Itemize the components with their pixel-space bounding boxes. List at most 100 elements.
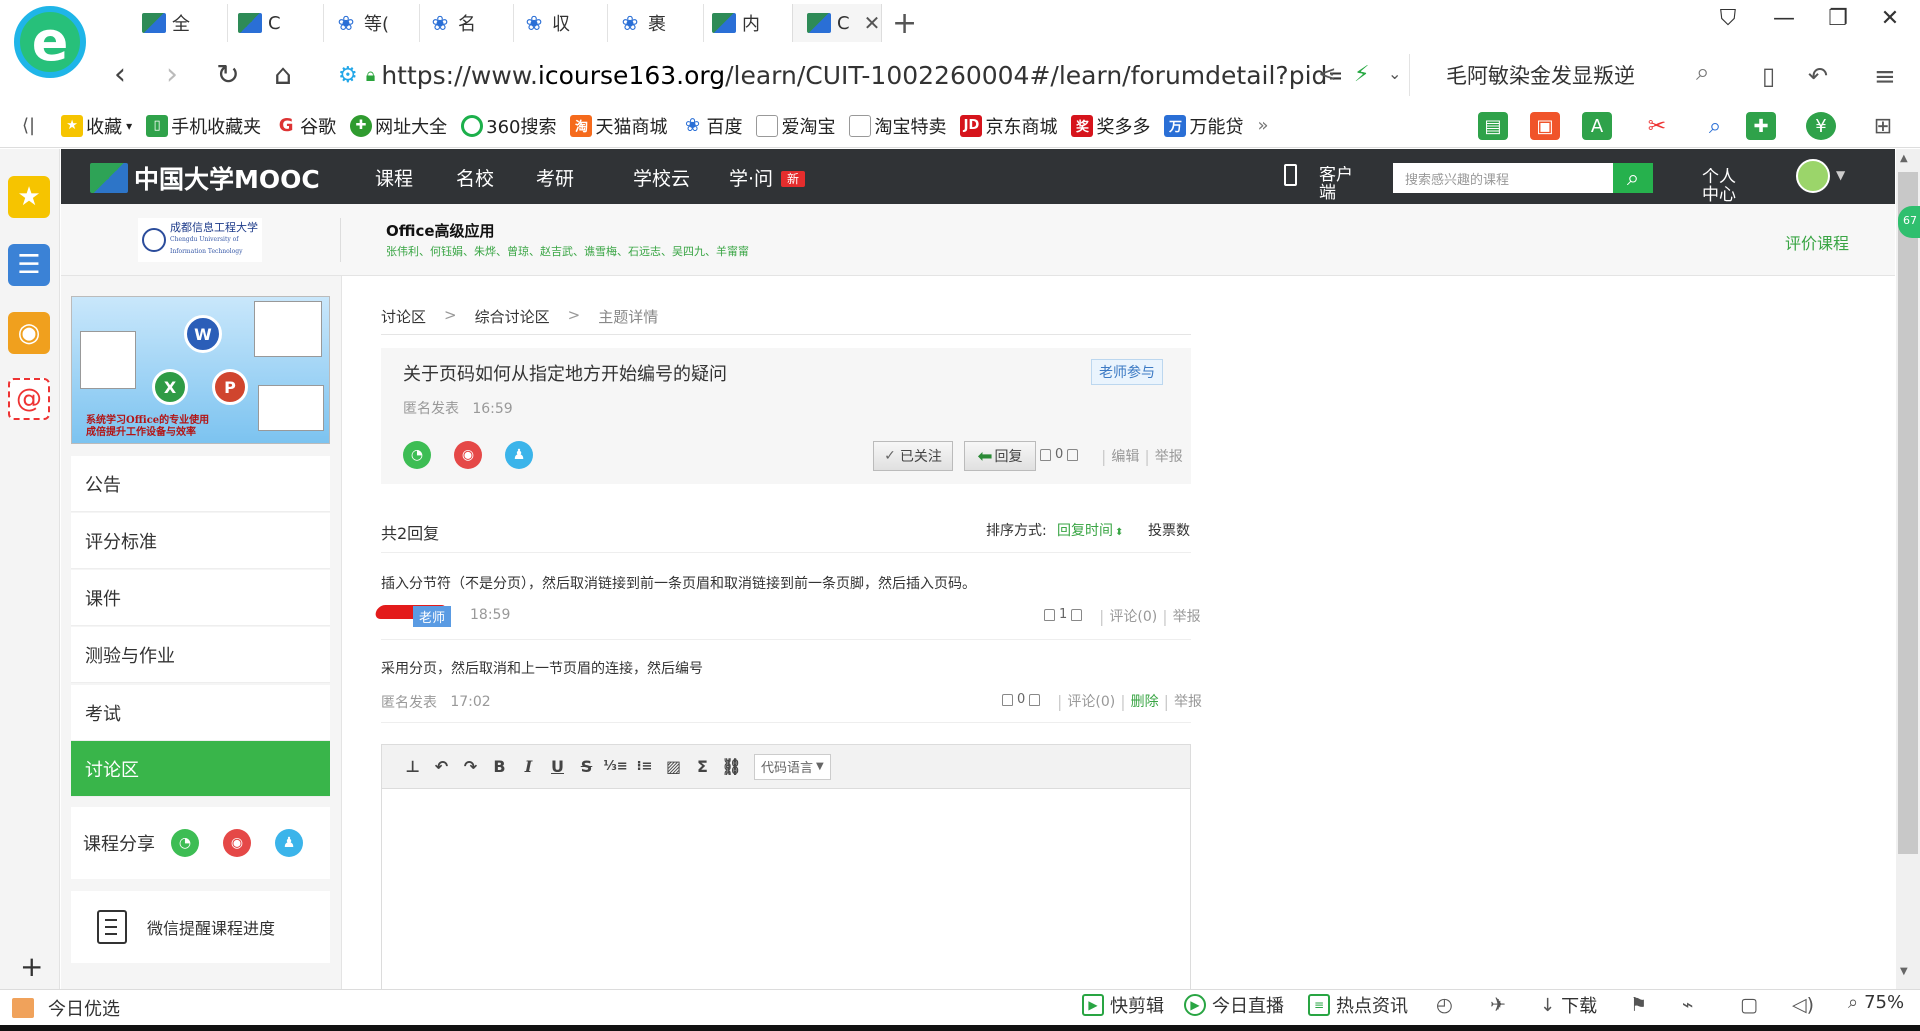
thumbs-down-icon[interactable] [1029, 693, 1041, 706]
strikethrough-icon[interactable]: S [572, 757, 601, 776]
address-bar[interactable]: ⚙ 🔒︎ https://www.icourse163.org/learn/CU… [330, 54, 1410, 96]
unordered-list-icon[interactable]: ⁝≡ [630, 759, 659, 774]
nav-schools[interactable]: 名校 [456, 164, 494, 191]
wechat-icon[interactable]: ◔ [403, 441, 431, 469]
nav-courses[interactable]: 课程 [375, 164, 413, 191]
edit-link[interactable]: 编辑 [1111, 446, 1139, 466]
news-icon[interactable]: ☰ [8, 244, 50, 286]
formula-icon[interactable]: Σ [688, 757, 717, 776]
client-download[interactable]: 客户端 [1284, 164, 1353, 202]
bookmark-tmall[interactable]: 淘天猫商城 [570, 113, 667, 139]
new-tab-icon[interactable]: + [892, 6, 917, 41]
wechat-reminder[interactable]: 微信提醒课程进度 [71, 891, 330, 963]
ordered-list-icon[interactable]: ⅓≡ [601, 759, 630, 774]
bookmark-jiangduoduo[interactable]: 奖奖多多 [1071, 113, 1150, 139]
wechat-icon[interactable]: ◔ [171, 829, 199, 857]
menu-announcements[interactable]: 公告 [71, 456, 330, 512]
reply-button[interactable]: ⬅ 回复 [964, 441, 1036, 471]
follow-button[interactable]: ✓ 已关注 [873, 441, 953, 471]
format-painter-icon[interactable]: ⊥ [398, 757, 427, 776]
search-icon[interactable]: ⌕ [1696, 58, 1709, 86]
mail-icon[interactable]: @ [8, 378, 50, 420]
code-language-select[interactable]: 代码语言 ▼ [754, 753, 831, 780]
browser-tab-3[interactable]: ❀ 等( [320, 4, 420, 42]
minimize-icon[interactable]: — [1764, 6, 1804, 31]
mooc-logo[interactable]: 中国大学MOOC [90, 160, 320, 196]
close-window-icon[interactable]: ✕ [1870, 6, 1910, 31]
report-link[interactable]: 举报 [1174, 691, 1202, 711]
browser-tab-active[interactable]: C ✕ [792, 4, 882, 42]
scroll-up-icon[interactable]: ▲ [1900, 153, 1908, 164]
bookmark-favorites[interactable]: ★ 收藏 ▾ [61, 113, 132, 139]
bookmark-taobao-sale[interactable]: 淘宝特卖 [849, 113, 946, 139]
apps-icon[interactable]: ⊞ [1868, 112, 1898, 140]
restore-icon[interactable]: ❐ [1818, 6, 1858, 31]
report-link[interactable]: 举报 [1173, 606, 1201, 626]
bookmark-360[interactable]: 360搜索 [461, 113, 556, 139]
scrollbar-thumb[interactable] [1898, 172, 1918, 854]
reload-icon[interactable]: ↻ [208, 55, 248, 95]
bookmark-baidu[interactable]: ❀ 百度 [681, 113, 742, 139]
translate-icon[interactable]: A [1582, 112, 1612, 140]
browser-tab-5[interactable]: ❀ 収 [508, 4, 608, 42]
breadcrumb-forum[interactable]: 讨论区 [381, 306, 426, 327]
more-bookmarks[interactable]: » [1257, 115, 1268, 136]
collapse-sidebar-icon[interactable]: ⟨| [22, 115, 35, 136]
qq-icon[interactable]: ♟ [275, 829, 303, 857]
weibo-icon[interactable]: ◉ [8, 312, 50, 354]
bookmark-google[interactable]: G 谷歌 [275, 113, 336, 139]
today-picks[interactable]: 今日优选 [12, 995, 120, 1021]
today-live[interactable]: ▶ 今日直播 [1184, 992, 1284, 1018]
italic-icon[interactable]: I [514, 757, 543, 776]
nav-school-cloud[interactable]: 学校云 [633, 164, 690, 191]
qq-icon[interactable]: ♟ [505, 441, 533, 469]
image-icon[interactable]: ▨ [659, 757, 688, 776]
nav-xuewen[interactable]: 学·问新 [729, 164, 806, 191]
tv-icon[interactable]: ▣ [1530, 112, 1560, 140]
browser-search-input[interactable]: 毛阿敏染金发显叛逆 [1446, 60, 1635, 90]
thumbs-down-icon[interactable] [1067, 448, 1079, 461]
downloads[interactable]: ↓ 下载 [1540, 992, 1597, 1018]
thumbs-up-icon[interactable] [1040, 448, 1051, 461]
close-tab-icon[interactable]: ✕ [864, 11, 881, 35]
underline-icon[interactable]: U [543, 757, 572, 776]
menu-forum[interactable]: 讨论区 [71, 741, 330, 797]
redo-icon[interactable]: ↷ [456, 757, 485, 776]
thumbs-down-icon[interactable] [1071, 608, 1083, 621]
course-title[interactable]: Office高级应用 [386, 220, 495, 241]
search-icon[interactable]: ⌕ [1613, 163, 1653, 193]
comment-link[interactable]: 评论(0) [1109, 606, 1157, 626]
comment-link[interactable]: 评论(0) [1067, 691, 1115, 711]
browser-tab-2[interactable]: C [224, 4, 324, 42]
scissors-icon[interactable]: ✂ [1642, 112, 1672, 140]
browser-tab-4[interactable]: ❀ 名 [414, 4, 514, 42]
sort-by-time[interactable]: 回复时间 ⬍ [1057, 520, 1123, 540]
bookmark-jd[interactable]: JD 京东商城 [960, 113, 1057, 139]
bold-icon[interactable]: B [485, 757, 514, 776]
bookmark-hao[interactable]: ✚ 网址大全 [350, 113, 447, 139]
nav-kaoyan[interactable]: 考研 [536, 164, 574, 191]
rate-course-link[interactable]: 评价课程 [1785, 230, 1849, 254]
browser-tab-6[interactable]: ❀ 裹 [604, 4, 704, 42]
speed-icon[interactable]: ◴ [1436, 994, 1453, 1016]
delete-link[interactable]: 删除 [1131, 691, 1159, 711]
skin-shirt-icon[interactable]: ⛉ [1708, 6, 1748, 31]
forward-icon[interactable]: › [152, 55, 192, 95]
share-icon[interactable]: ⋖ [1318, 62, 1336, 87]
weibo-icon[interactable]: ◉ [223, 829, 251, 857]
back-icon[interactable]: ‹ [100, 55, 140, 95]
add-sidebar-icon[interactable]: + [20, 950, 43, 983]
side-badge[interactable]: 67 [1898, 206, 1920, 238]
mobile-icon[interactable]: ▯ [1762, 62, 1775, 90]
favorites-star-icon[interactable]: ★ [8, 176, 50, 218]
lightning-icon[interactable]: ⚡︎ [1354, 62, 1369, 87]
course-teachers[interactable]: 张伟利、何钰娟、朱烨、曾琼、赵吉武、谯雪梅、石远志、吴四九、羊甯甯 [386, 243, 749, 259]
bookmark-mobile[interactable]: ▯ 手机收藏夹 [146, 113, 261, 139]
menu-quizzes[interactable]: 测验与作业 [71, 627, 330, 683]
money-icon[interactable]: ¥ [1806, 112, 1836, 140]
chevron-down-icon[interactable]: ⌄ [1388, 64, 1401, 83]
thumbs-up-icon[interactable] [1002, 693, 1013, 706]
quick-edit[interactable]: ▶ 快剪辑 [1082, 992, 1164, 1018]
zoom-level[interactable]: ⌕ 75% [1848, 992, 1904, 1013]
flag-icon[interactable]: ⚑ [1630, 994, 1647, 1016]
